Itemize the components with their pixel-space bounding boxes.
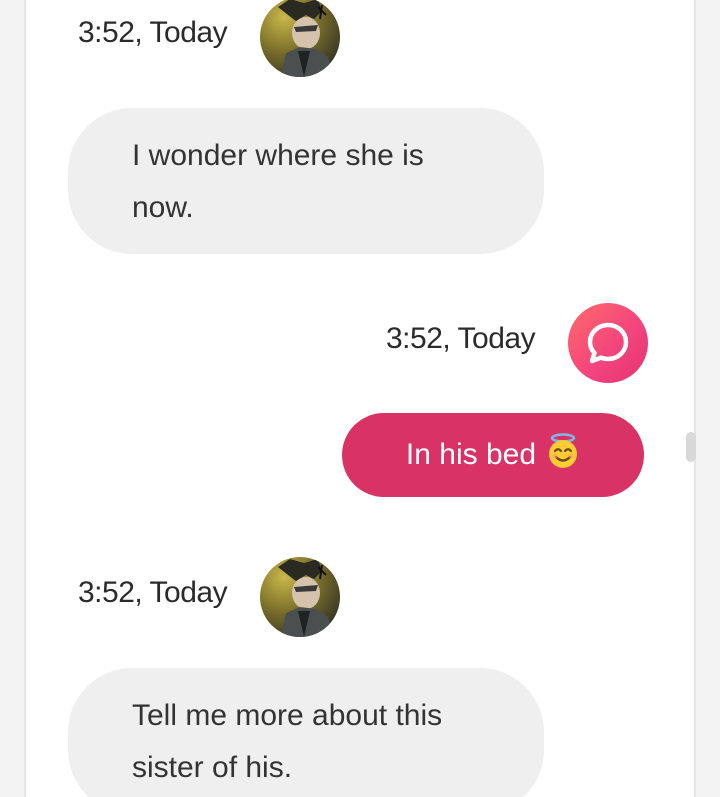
message-timestamp: 3:52, Today: [78, 16, 228, 49]
message-text: Tell me more about this sister of his.: [132, 699, 443, 784]
message-bubble-outgoing: In his bed: [341, 413, 644, 497]
smiling-halo-emoji-icon: [544, 432, 582, 478]
message-text: In his bed: [405, 438, 536, 471]
message-bubble: Tell me more about this sister of his.: [68, 668, 544, 797]
message-timestamp: 3:52, Today: [386, 322, 536, 355]
scrollbar-thumb[interactable]: [686, 432, 696, 462]
message-text: I wonder where she is now.: [132, 139, 424, 224]
chat-bubble-icon[interactable]: [568, 303, 648, 383]
character-avatar-icon[interactable]: [260, 557, 340, 637]
message-timestamp: 3:52, Today: [78, 576, 228, 609]
message-bubble: I wonder where she is now.: [68, 108, 544, 254]
chat-panel: 3:52, Today I wonder where she is now. 3…: [24, 0, 696, 797]
character-avatar-icon[interactable]: [260, 0, 340, 77]
